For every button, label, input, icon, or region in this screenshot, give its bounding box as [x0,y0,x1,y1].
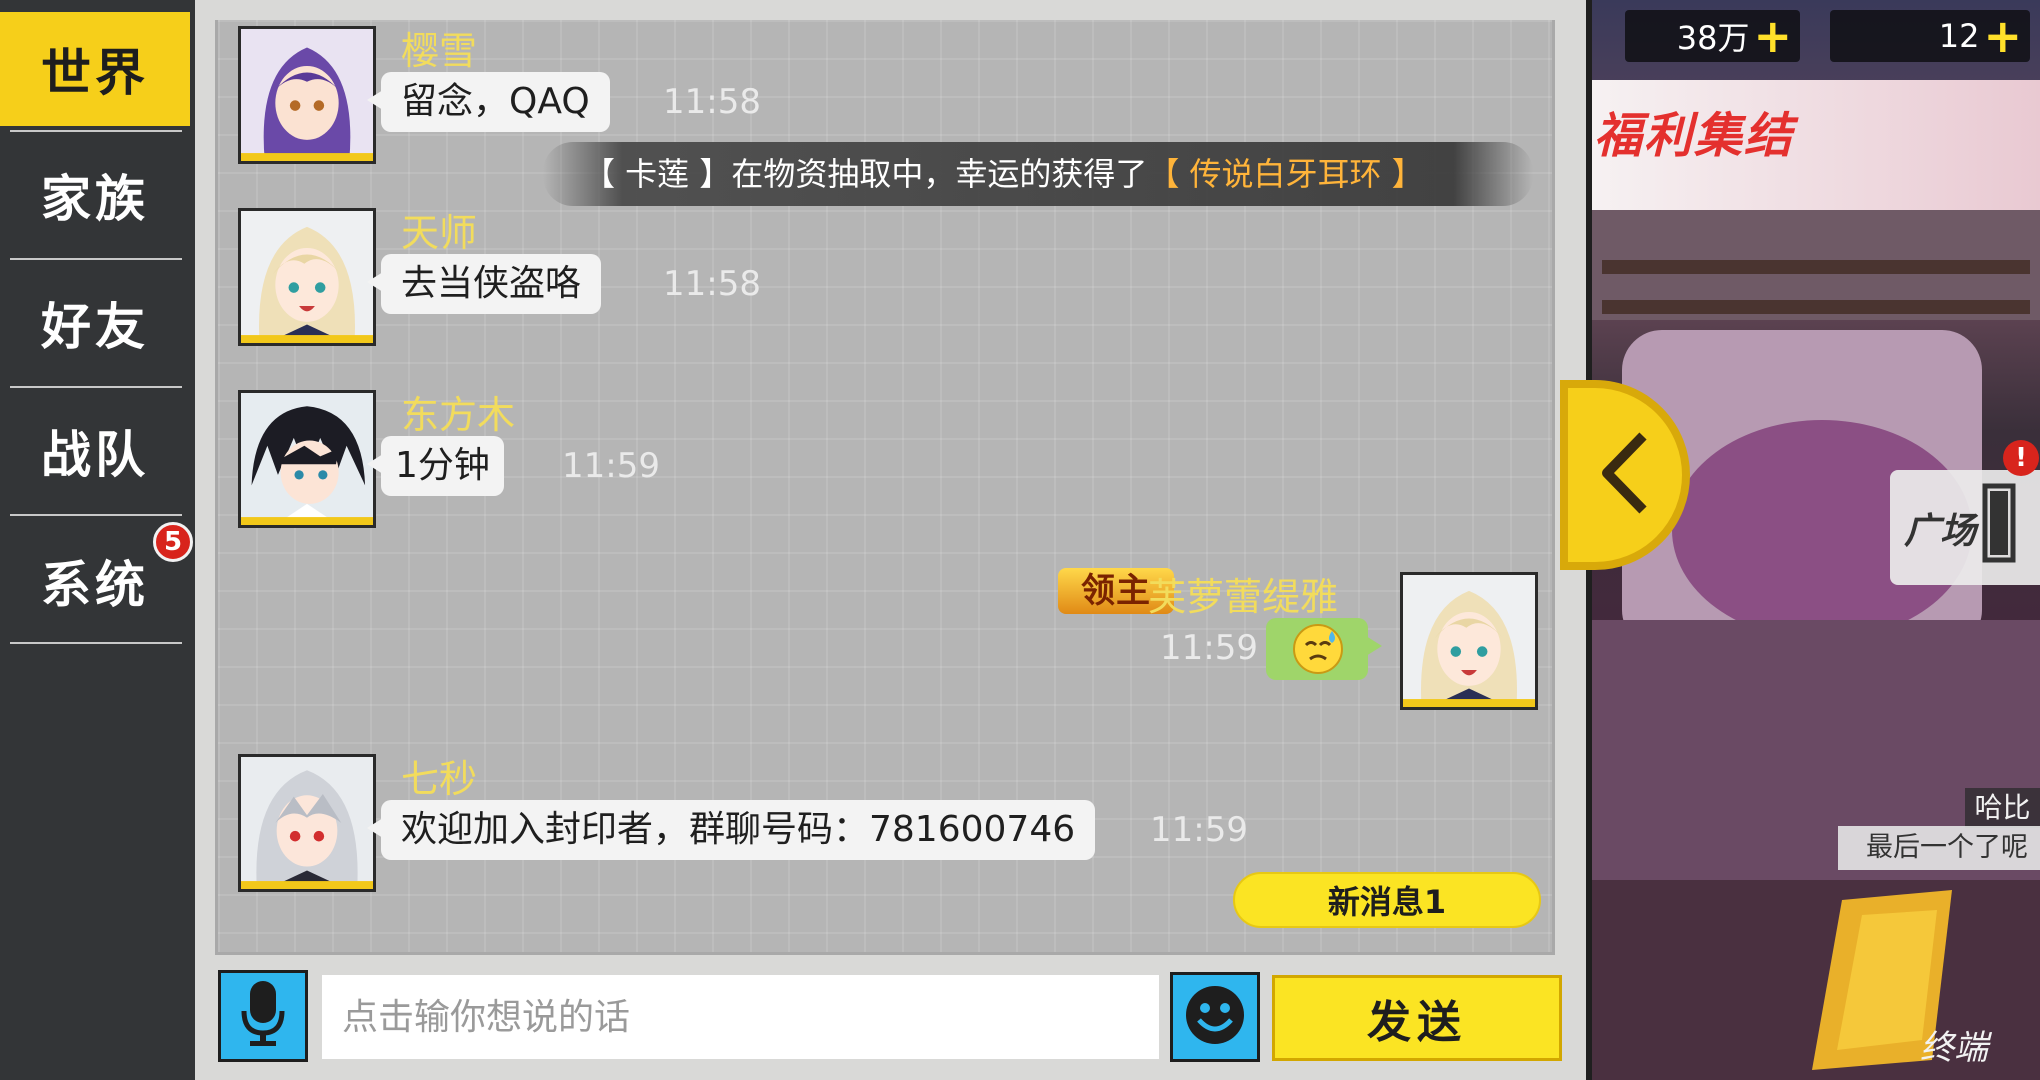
message-list[interactable]: 樱雪 留念，QAQ 11:58 【 卡莲 】在物资抽取中，幸运的获得了【 传说白… [215,20,1555,955]
add-gems-button[interactable]: + [1983,9,2022,63]
message-time: 11:59 [562,446,660,486]
broadcast-item[interactable]: 【 传说白牙耳环 】 [1147,155,1423,193]
message-bubble-emoji [1266,618,1382,680]
terminal-button[interactable]: 终端 [1920,1020,1988,1069]
message-bubble: 去当侠盗咯 [366,254,602,314]
chat-panel: 樱雪 留念，QAQ 11:58 【 卡莲 】在物资抽取中，幸运的获得了【 传说白… [195,0,1590,1080]
door-exit-icon [1982,483,2016,572]
avatar[interactable] [238,208,376,346]
message-bubble: 欢迎加入封印者，群聊号码：781600746 [366,800,1096,860]
tab-team[interactable]: 战队 [0,394,190,508]
sender-name[interactable]: 芙萝蕾缇雅 [1148,566,1338,621]
welfare-banner-title: 福利集结 [1594,108,1795,164]
sweat-smile-emoji-icon [1292,623,1344,675]
tab-family[interactable]: 家族 [0,138,190,252]
system-unread-badge: 5 [153,522,193,562]
avatar[interactable] [238,754,376,892]
tab-divider [10,514,182,516]
message-time: 11:58 [663,264,761,304]
message-time: 11:59 [1160,628,1258,668]
microphone-icon [240,979,286,1053]
add-gold-button[interactable]: + [1753,9,1792,63]
sender-name[interactable]: 樱雪 [401,20,477,75]
gem-counter: 12 + [1830,9,2030,63]
emoji-button[interactable] [1170,972,1260,1062]
gem-amount: 12 [1938,17,1980,55]
tab-divider [10,258,182,260]
avatar[interactable] [238,390,376,528]
plaza-button[interactable]: 广场 [1890,470,2040,585]
message-time: 11:58 [663,82,761,122]
new-message-button[interactable]: 新消息1 [1233,872,1541,928]
avatar[interactable] [238,26,376,164]
sender-name[interactable]: 天师 [401,202,477,257]
alert-icon: ! [2003,440,2039,476]
my-avatar[interactable] [1400,572,1538,710]
sender-name[interactable]: 七秒 [401,748,477,803]
tab-divider [10,130,182,132]
tab-friends[interactable]: 好友 [0,266,190,380]
tab-world[interactable]: 世界 [0,12,190,126]
send-button[interactable]: 发送 [1272,975,1562,1061]
chat-message-input[interactable] [322,975,1159,1059]
chat-channel-tabs: 世界 家族 好友 战队 系统 5 [0,0,195,1080]
gold-amount: 38万 [1676,19,1750,57]
tab-divider [10,386,182,388]
arrow-left-icon [1595,428,1655,522]
broadcast-text: 【 卡莲 】在物资抽取中，幸运的获得了 [583,155,1148,193]
message-time: 11:59 [1150,810,1248,850]
tab-divider [10,642,182,644]
system-broadcast: 【 卡莲 】在物资抽取中，幸运的获得了【 传说白牙耳环 】 [543,142,1533,206]
smiley-face-icon [1182,982,1248,1052]
npc-name: 哈比 [1965,788,2040,828]
gold-counter: 38万 + [1625,9,1800,63]
npc-speech: 最后一个了呢 [1838,826,2040,870]
voice-input-button[interactable] [218,970,308,1062]
message-bubble: 1分钟 [367,436,504,496]
plaza-label: 广场 [1904,510,1977,552]
sender-name[interactable]: 东方木 [401,384,515,439]
message-bubble: 留念，QAQ [367,72,610,132]
